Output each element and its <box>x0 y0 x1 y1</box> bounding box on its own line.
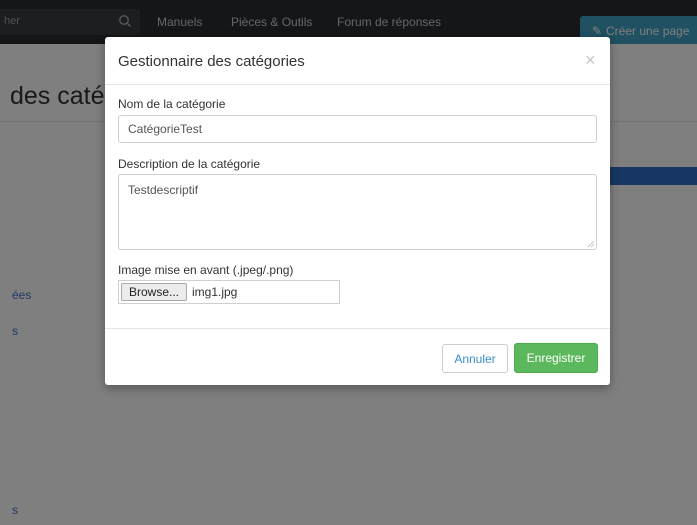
category-name-label: Nom de la catégorie <box>118 97 226 111</box>
cancel-button[interactable]: Annuler <box>442 344 508 373</box>
category-manager-modal: Gestionnaire des catégories × Nom de la … <box>105 37 610 385</box>
featured-image-file-input[interactable]: Browse... img1.jpg <box>118 280 340 304</box>
browse-button[interactable]: Browse... <box>121 283 187 301</box>
close-icon[interactable]: × <box>585 51 596 69</box>
modal-header: Gestionnaire des catégories × <box>105 37 610 85</box>
category-description-textarea[interactable]: Testdescriptif <box>118 174 597 250</box>
featured-image-label: Image mise en avant (.jpeg/.png) <box>118 263 294 277</box>
resize-grip-icon[interactable] <box>587 240 595 248</box>
category-description-label: Description de la catégorie <box>118 157 261 171</box>
save-button[interactable]: Enregistrer <box>514 343 598 373</box>
modal-title: Gestionnaire des catégories <box>118 53 305 70</box>
category-name-input[interactable] <box>118 115 597 143</box>
selected-file-name: img1.jpg <box>192 285 238 299</box>
